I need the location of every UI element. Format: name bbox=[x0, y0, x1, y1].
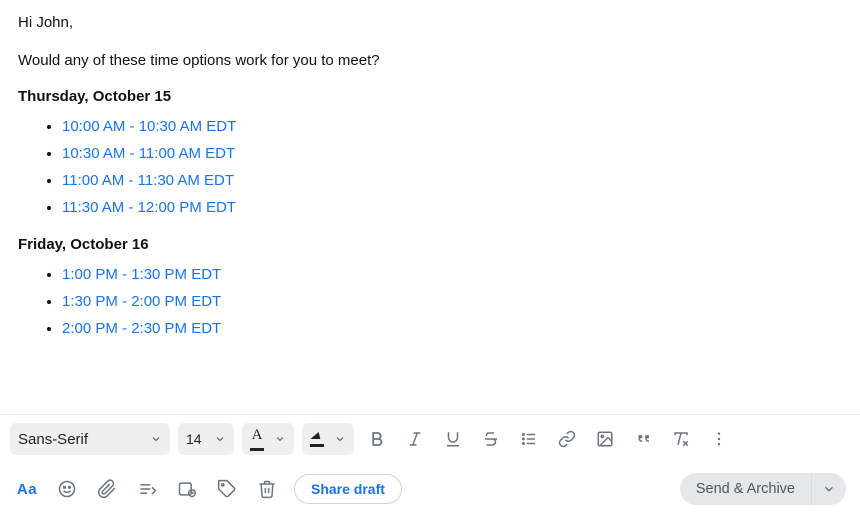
question-text: Would any of these time options work for… bbox=[18, 50, 842, 72]
chevron-down-icon bbox=[822, 482, 836, 496]
send-later-icon[interactable] bbox=[134, 476, 160, 502]
slot-item: 1:30 PM - 2:00 PM EDT bbox=[62, 288, 842, 315]
chevron-down-icon bbox=[214, 433, 226, 445]
chevron-down-icon bbox=[150, 433, 162, 445]
slot-list-0: 10:00 AM - 10:30 AM EDT 10:30 AM - 11:00… bbox=[18, 113, 842, 222]
font-family-select[interactable]: Sans-Serif bbox=[10, 423, 170, 455]
slot-item: 10:00 AM - 10:30 AM EDT bbox=[62, 113, 842, 140]
trash-icon[interactable] bbox=[254, 476, 280, 502]
attachment-icon[interactable] bbox=[94, 476, 120, 502]
slot-item: 10:30 AM - 11:00 AM EDT bbox=[62, 140, 842, 167]
slot-item: 11:00 AM - 11:30 AM EDT bbox=[62, 167, 842, 194]
reminder-icon[interactable] bbox=[174, 476, 200, 502]
format-toolbar: Sans-Serif 14 A bbox=[0, 414, 860, 463]
font-color-icon: A bbox=[250, 428, 264, 451]
slot-item: 11:30 AM - 12:00 PM EDT bbox=[62, 194, 842, 221]
emoji-icon[interactable] bbox=[54, 476, 80, 502]
slot-item: 2:00 PM - 2:30 PM EDT bbox=[62, 315, 842, 342]
greeting-text: Hi John, bbox=[18, 12, 842, 34]
highlight-color-button[interactable] bbox=[302, 423, 354, 455]
font-family-label: Sans-Serif bbox=[18, 431, 88, 448]
send-archive-group: Send & Archive bbox=[680, 473, 846, 505]
font-size-label: 14 bbox=[186, 431, 202, 447]
tag-icon[interactable] bbox=[214, 476, 240, 502]
font-size-select[interactable]: 14 bbox=[178, 423, 234, 455]
time-slot-link[interactable]: 10:00 AM - 10:30 AM EDT bbox=[62, 118, 236, 135]
quote-button[interactable] bbox=[628, 424, 658, 454]
highlight-icon bbox=[310, 432, 324, 447]
time-slot-link[interactable]: 1:00 PM - 1:30 PM EDT bbox=[62, 266, 221, 283]
compose-action-bar: Aa Share draft Send & Archive bbox=[0, 463, 860, 515]
toggle-format-icon[interactable]: Aa bbox=[14, 476, 40, 502]
chevron-down-icon bbox=[274, 433, 286, 445]
slot-item: 1:00 PM - 1:30 PM EDT bbox=[62, 261, 842, 288]
bold-button[interactable] bbox=[362, 424, 392, 454]
font-color-button[interactable]: A bbox=[242, 423, 294, 455]
chevron-down-icon bbox=[334, 433, 346, 445]
date-heading-1: Friday, October 16 bbox=[18, 236, 842, 253]
underline-button[interactable] bbox=[438, 424, 468, 454]
clear-format-button[interactable] bbox=[666, 424, 696, 454]
time-slot-link[interactable]: 2:00 PM - 2:30 PM EDT bbox=[62, 320, 221, 337]
strikethrough-button[interactable] bbox=[476, 424, 506, 454]
slot-list-1: 1:00 PM - 1:30 PM EDT 1:30 PM - 2:00 PM … bbox=[18, 261, 842, 343]
time-slot-link[interactable]: 11:00 AM - 11:30 AM EDT bbox=[62, 172, 234, 189]
italic-button[interactable] bbox=[400, 424, 430, 454]
time-slot-link[interactable]: 10:30 AM - 11:00 AM EDT bbox=[62, 145, 235, 162]
compose-body[interactable]: Hi John, Would any of these time options… bbox=[0, 0, 860, 414]
bullet-list-button[interactable] bbox=[514, 424, 544, 454]
time-slot-link[interactable]: 1:30 PM - 2:00 PM EDT bbox=[62, 293, 221, 310]
share-draft-button[interactable]: Share draft bbox=[294, 474, 402, 504]
link-button[interactable] bbox=[552, 424, 582, 454]
date-heading-0: Thursday, October 15 bbox=[18, 88, 842, 105]
send-and-archive-button[interactable]: Send & Archive bbox=[680, 473, 811, 505]
image-button[interactable] bbox=[590, 424, 620, 454]
time-slot-link[interactable]: 11:30 AM - 12:00 PM EDT bbox=[62, 199, 236, 216]
more-format-button[interactable] bbox=[704, 424, 734, 454]
send-options-button[interactable] bbox=[811, 473, 846, 505]
